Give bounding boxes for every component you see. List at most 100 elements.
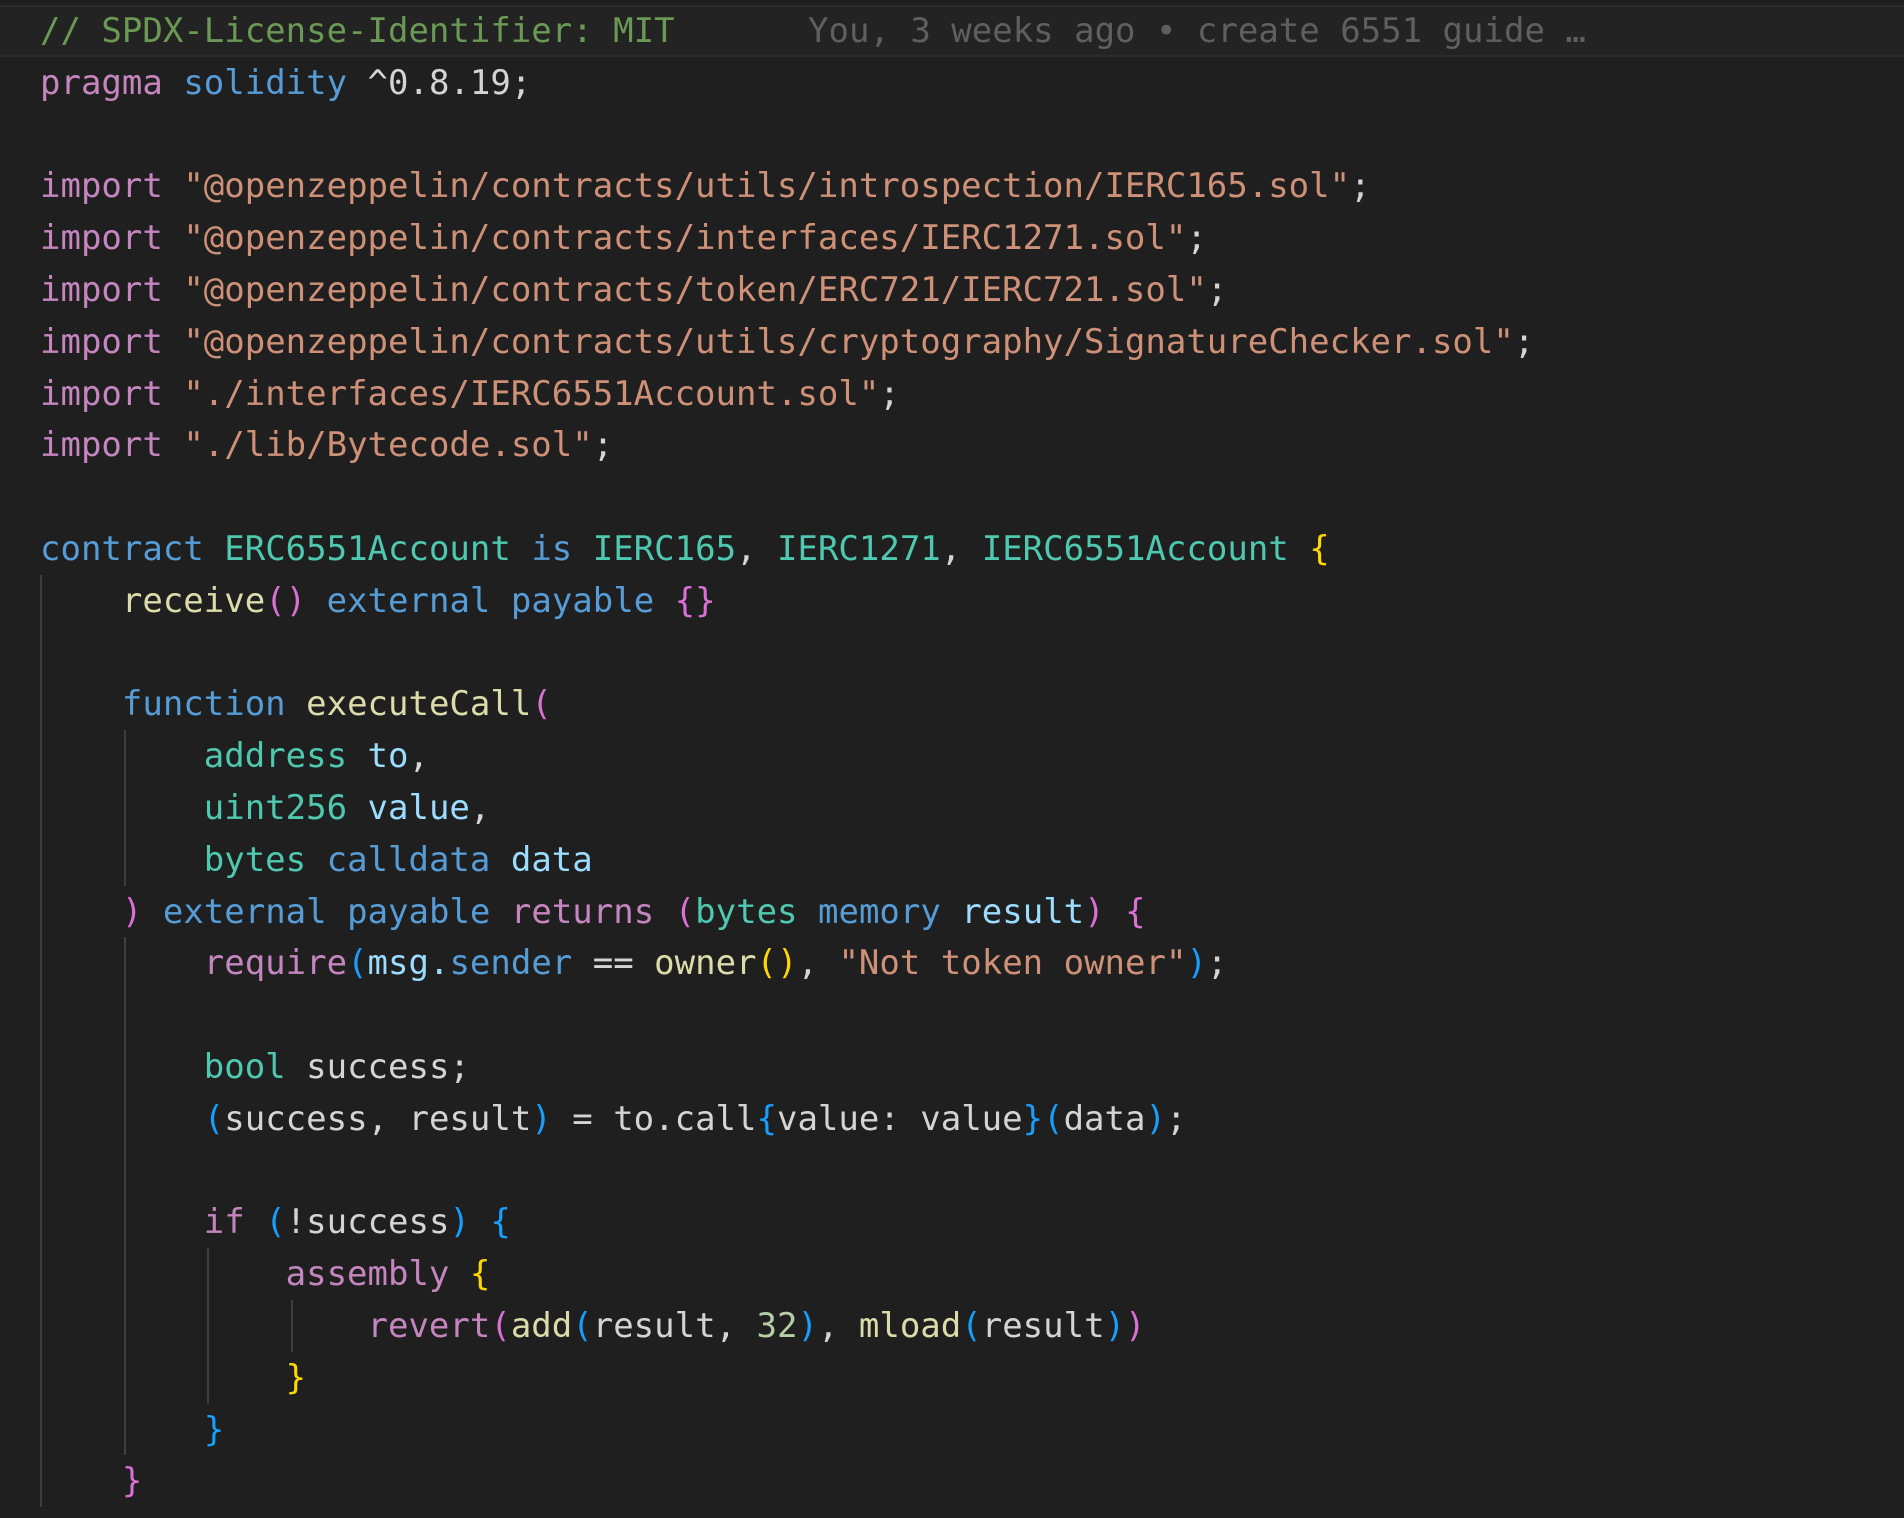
code-token: .: [428, 943, 450, 984]
code-token: import: [40, 166, 163, 207]
code-token: data: [1063, 1098, 1146, 1139]
code-line[interactable]: import "./interfaces/IERC6551Account.sol…: [0, 368, 1904, 420]
indent-guide: [123, 730, 126, 886]
code-line[interactable]: bool success;: [0, 1041, 1904, 1093]
code-token: success;: [285, 1047, 470, 1087]
code-token: contract: [40, 529, 204, 569]
indent-guide: [40, 574, 42, 1508]
code-token: sender: [449, 943, 573, 984]
code-token: ): [1125, 1306, 1146, 1346]
code-line[interactable]: import "@openzeppelin/contracts/interfac…: [0, 212, 1904, 264]
code-token: result: [961, 891, 1085, 932]
code-token: (: [961, 1306, 982, 1346]
code-text: }: [40, 1404, 224, 1456]
code-line[interactable]: contract ERC6551Account is IERC165, IERC…: [0, 523, 1904, 575]
code-token: ;: [879, 373, 900, 414]
code-line[interactable]: [0, 627, 1904, 679]
code-line[interactable]: receive() external payable {}: [0, 575, 1904, 627]
code-token: {: [1309, 529, 1330, 569]
code-token: bytes: [695, 891, 798, 932]
code-token: (: [347, 943, 368, 984]
code-text: bool success;: [40, 1041, 470, 1093]
code-token: add: [510, 1306, 573, 1346]
code-line[interactable]: uint256 value,: [0, 782, 1904, 834]
code-token: "Not token owner": [838, 943, 1187, 984]
code-token: memory: [818, 891, 941, 932]
code-line[interactable]: }: [0, 1455, 1904, 1507]
code-line[interactable]: import "@openzeppelin/contracts/utils/in…: [0, 160, 1904, 212]
code-line[interactable]: ) external payable returns (bytes memory…: [0, 886, 1904, 938]
code-token: ,: [940, 529, 982, 569]
code-token: pragma: [40, 62, 163, 103]
code-token: (: [1043, 1098, 1064, 1139]
code-token: {: [756, 1098, 777, 1139]
code-token: success, result: [224, 1098, 532, 1139]
code-token: calldata: [326, 839, 491, 880]
code-token: (: [531, 684, 552, 725]
code-token: revert: [367, 1306, 491, 1346]
code-line[interactable]: import "./lib/Bytecode.sol";: [0, 419, 1904, 471]
code-line[interactable]: [0, 1145, 1904, 1197]
code-token: }: [203, 1409, 225, 1450]
code-token: ;: [1350, 166, 1371, 207]
code-line[interactable]: bytes calldata data: [0, 834, 1904, 886]
code-token: (: [674, 891, 696, 932]
code-line[interactable]: [0, 109, 1904, 161]
code-line[interactable]: (success, result) = to.call{value: value…: [0, 1093, 1904, 1145]
code-token: result,: [592, 1306, 757, 1346]
code-token: external: [326, 580, 491, 621]
code-token: msg: [367, 943, 429, 984]
code-text: import "@openzeppelin/contracts/token/ER…: [40, 264, 1227, 316]
code-editor[interactable]: // SPDX-License-Identifier: MIT You, 3 we…: [0, 0, 1904, 1518]
code-line[interactable]: }: [0, 1352, 1904, 1404]
code-token: executeCall: [306, 684, 532, 725]
code-line-current[interactable]: // SPDX-License-Identifier: MIT You, 3 we…: [0, 5, 1904, 57]
code-text: address to,: [40, 730, 429, 782]
code-line[interactable]: pragma solidity ^0.8.19;: [0, 57, 1904, 109]
code-line[interactable]: }: [0, 1404, 1904, 1456]
code-token: ;: [1186, 218, 1207, 259]
code-text: import "@openzeppelin/contracts/utils/in…: [40, 160, 1371, 212]
code-line[interactable]: assembly {: [0, 1248, 1904, 1300]
code-text: }: [40, 1352, 306, 1404]
indent-guide: [123, 937, 126, 1456]
code-line[interactable]: require(msg.sender == owner(), "Not toke…: [0, 937, 1904, 989]
code-line[interactable]: if (!success) {: [0, 1196, 1904, 1248]
code-line[interactable]: [0, 989, 1904, 1041]
code-line[interactable]: address to,: [0, 730, 1904, 782]
code-token: 32: [756, 1306, 798, 1346]
code-line[interactable]: import "@openzeppelin/contracts/utils/cr…: [0, 316, 1904, 368]
code-token: result: [981, 1306, 1105, 1346]
indent-guide: [207, 1248, 210, 1404]
code-token: function: [121, 684, 286, 725]
code-line[interactable]: function executeCall(: [0, 678, 1904, 730]
code-line[interactable]: import "@openzeppelin/contracts/token/ER…: [0, 264, 1904, 316]
code-token: receive: [121, 580, 266, 621]
code-token: mload: [858, 1306, 962, 1346]
code-token: = to.call: [551, 1098, 757, 1139]
code-token: ): [121, 891, 143, 932]
code-text: contract ERC6551Account is IERC165, IERC…: [40, 523, 1330, 575]
code-token: ): [1104, 1306, 1126, 1346]
code-token: {: [469, 1254, 491, 1295]
code-line[interactable]: revert(add(result, 32), mload(result)): [0, 1300, 1904, 1352]
code-line[interactable]: [0, 471, 1904, 523]
code-token: solidity: [183, 62, 348, 103]
